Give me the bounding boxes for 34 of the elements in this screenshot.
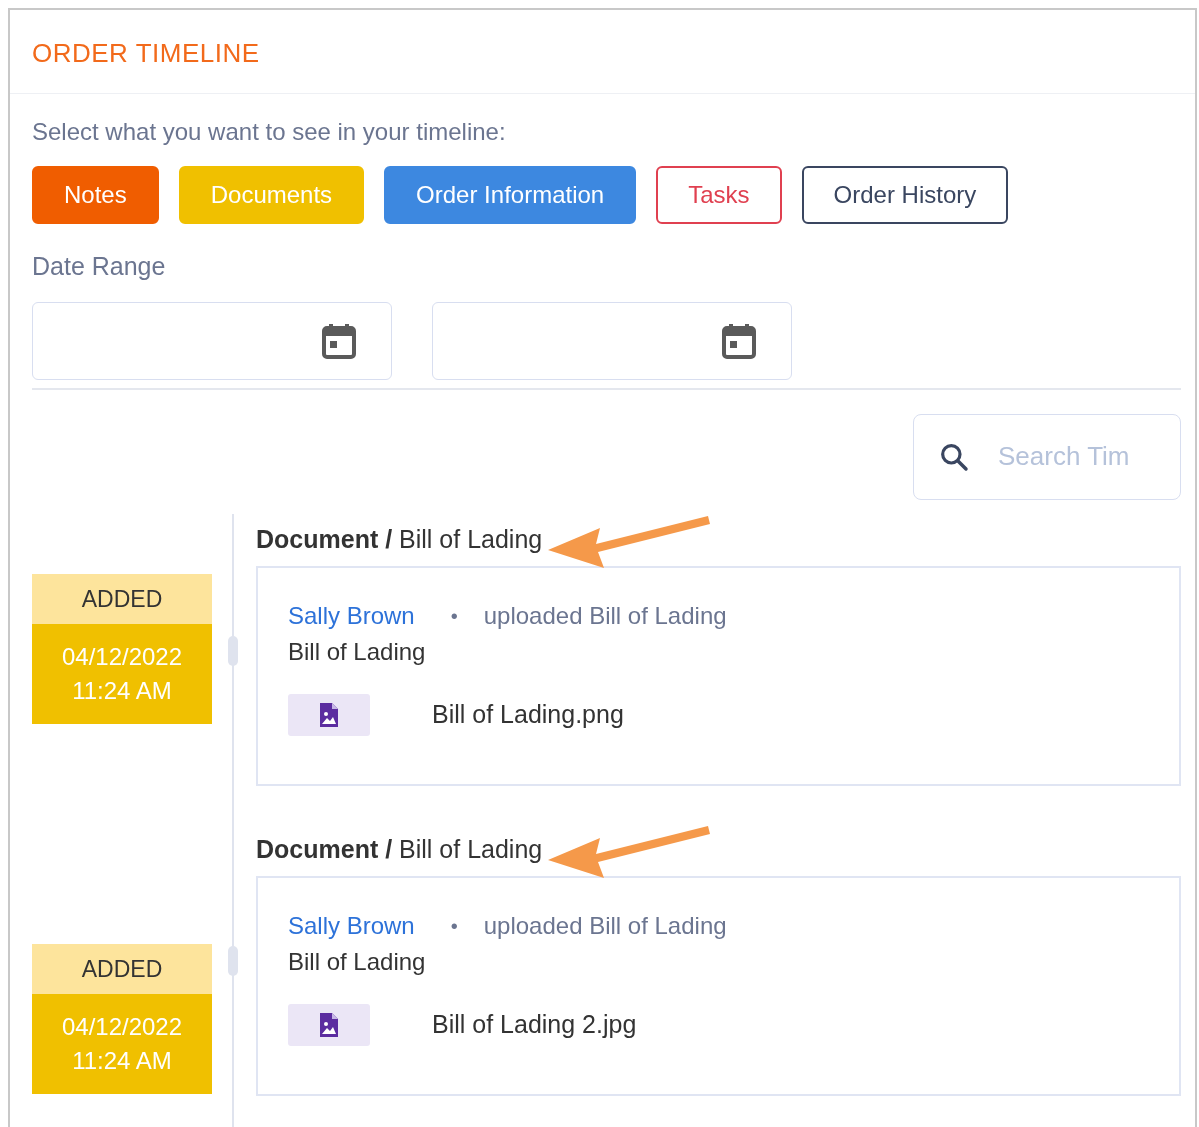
file-link[interactable]: Bill of Lading 2.jpg [432,1006,637,1044]
file-icon[interactable] [288,693,370,736]
entry-title: Document / Bill of Lading [256,524,543,556]
timeline-marker [228,945,238,976]
filter-button[interactable]: Order History [801,166,1009,225]
date-range-label: Date Range [32,252,166,281]
entry-title: Document / Bill of Lading [256,834,543,866]
file-icon[interactable] [288,1003,370,1046]
user-link[interactable]: Sally Brown [288,597,415,634]
calendar-icon [321,321,357,360]
panel-title: ORDER TIMELINE [32,37,261,70]
timeline-marker [228,635,238,666]
status-badge: ADDED [32,573,212,624]
bullet-separator: • [450,603,458,629]
date-field[interactable] [32,301,392,380]
filter-prompt: Select what you want to see in your timeline: [32,118,506,145]
calendar-icon [721,321,757,360]
time-text: 11:24 AM [71,675,173,706]
time-text: 11:24 AM [71,1045,173,1076]
description-text: Bill of Lading [288,947,426,975]
search-field[interactable]: Search Tim [913,413,1181,500]
file-link[interactable]: Bill of Lading.png [432,696,624,734]
status-badge: ADDED [32,943,212,994]
bullet-separator: • [450,913,458,939]
action-text: uploaded Bill of Lading [483,910,727,941]
filter-button[interactable]: Notes [32,166,159,225]
filter-button[interactable]: Tasks [656,166,782,225]
date-text: 04/12/2022 [60,1012,184,1043]
date-field[interactable] [432,301,792,380]
filter-button[interactable]: Order Information [384,166,637,225]
date-text: 04/12/2022 [60,642,184,673]
user-link[interactable]: Sally Brown [288,907,415,944]
action-text: uploaded Bill of Lading [483,600,727,631]
description-text: Bill of Lading [288,637,426,665]
